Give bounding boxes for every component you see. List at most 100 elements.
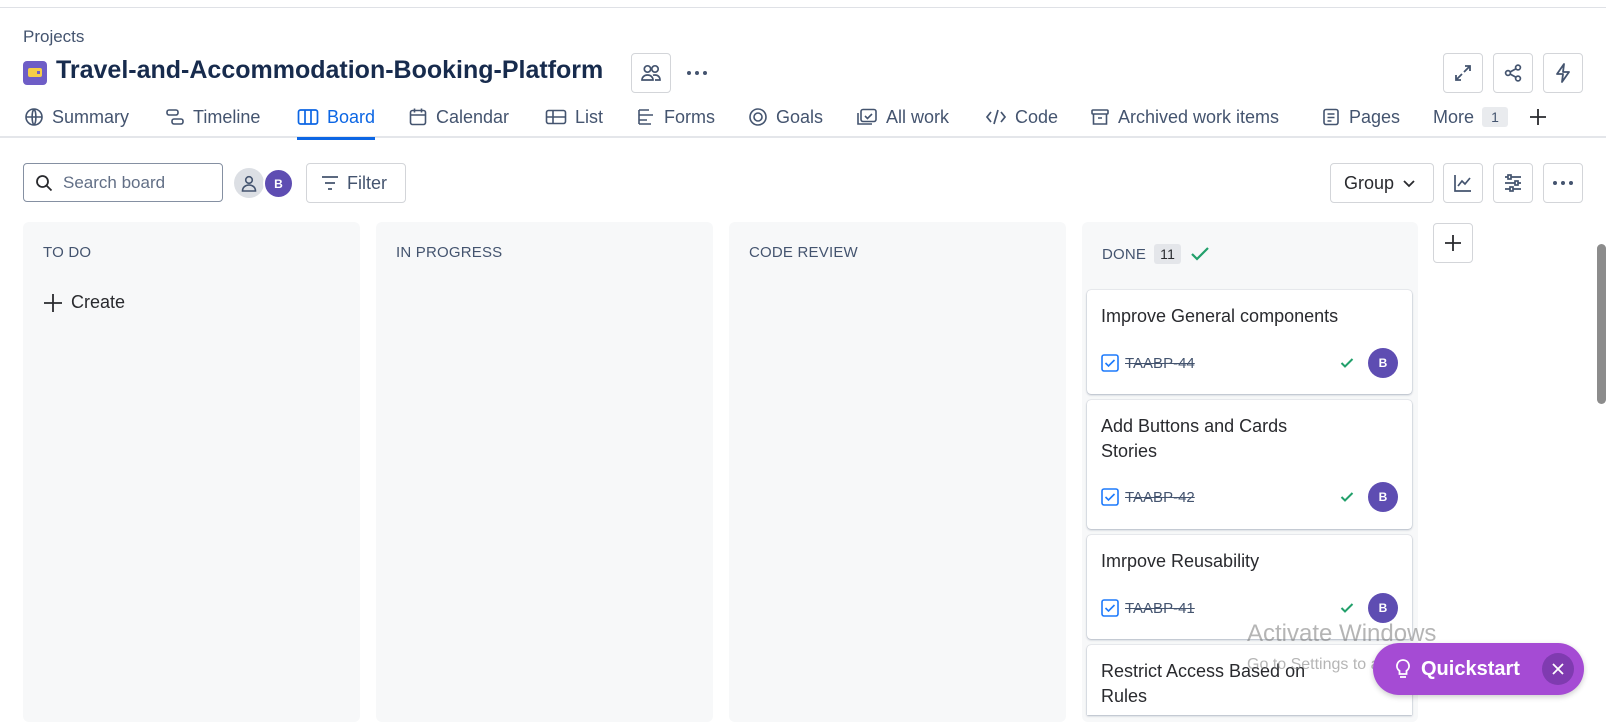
board-more-button[interactable]	[1543, 163, 1583, 203]
list-icon	[545, 109, 567, 125]
assignee-avatar[interactable]: B	[1368, 348, 1398, 378]
all-work-icon	[857, 108, 877, 125]
issue-card[interactable]: Improve General components TAABP-44 B	[1087, 290, 1412, 394]
tab-label: Goals	[776, 106, 824, 127]
card-key[interactable]: TAABP-42	[1125, 489, 1340, 506]
tab-label: Archived work items	[1118, 106, 1280, 127]
archive-icon	[1091, 109, 1109, 125]
tab-label: All work	[886, 106, 950, 127]
page-title: Travel-and-Accommodation-Booking-Platfor…	[56, 56, 604, 84]
plus-icon	[1445, 235, 1461, 251]
tab-label: Forms	[664, 106, 715, 127]
board-icon	[297, 109, 319, 125]
lightning-icon	[1556, 63, 1570, 83]
project-icon	[23, 61, 47, 85]
card-title: Improve General components	[1101, 306, 1339, 326]
plus-icon	[44, 293, 62, 312]
more-actions-button[interactable]	[679, 55, 715, 91]
chevron-down-icon	[1403, 180, 1415, 188]
fullscreen-button[interactable]	[1443, 53, 1483, 93]
scrollbar-thumb[interactable]	[1597, 244, 1606, 404]
lightbulb-icon	[1396, 659, 1410, 678]
assignee-avatar[interactable]: B	[1368, 482, 1398, 512]
tab-more[interactable]: More 1	[1433, 98, 1509, 136]
filter-button[interactable]: Filter	[306, 163, 406, 203]
tab-label: Calendar	[436, 106, 510, 127]
column-title: TO DO	[43, 244, 92, 261]
tab-label: Summary	[52, 106, 130, 127]
more-count-badge: 1	[1482, 107, 1509, 127]
quickstart-label: Quickstart	[1421, 657, 1520, 680]
column-in-progress: IN PROGRESS	[376, 222, 713, 722]
tab-label: Timeline	[193, 106, 261, 127]
search-icon	[36, 174, 53, 191]
task-checkbox-icon	[1101, 599, 1119, 617]
group-label: Group	[1344, 172, 1395, 193]
checkmark-icon	[1191, 247, 1209, 261]
group-dropdown[interactable]: Group	[1330, 163, 1434, 203]
filter-icon	[322, 176, 338, 190]
card-key[interactable]: TAABP-44	[1125, 355, 1340, 372]
quickstart-close-button[interactable]	[1542, 653, 1574, 685]
card-title: Imrpove Reusability	[1101, 551, 1260, 571]
add-column-button[interactable]	[1433, 223, 1473, 263]
tab-all-work[interactable]: All work	[856, 98, 949, 136]
automation-button[interactable]	[1543, 53, 1583, 93]
tab-label: List	[575, 106, 604, 127]
tab-calendar[interactable]: Calendar	[408, 98, 509, 136]
tab-list[interactable]: List	[545, 98, 603, 136]
project-tabs: Summary Timeline Board Calendar List For…	[0, 98, 1606, 140]
pages-icon	[1323, 108, 1339, 126]
insights-button[interactable]	[1443, 163, 1483, 203]
tab-goals[interactable]: Goals	[748, 98, 823, 136]
calendar-icon	[409, 108, 427, 126]
more-horizontal-icon	[687, 71, 707, 75]
done-check-icon	[1340, 492, 1354, 502]
timeline-icon	[166, 109, 184, 125]
person-icon	[241, 175, 257, 192]
card-title: Add Buttons and Cards Stories	[1101, 416, 1288, 461]
share-icon	[1504, 64, 1522, 82]
tab-board[interactable]: Board	[297, 98, 376, 140]
column-code-review: CODE REVIEW	[729, 222, 1066, 722]
globe-icon	[25, 108, 43, 126]
search-input[interactable]	[61, 171, 211, 194]
unassigned-avatar[interactable]	[234, 168, 264, 198]
search-box[interactable]	[23, 163, 223, 202]
add-tab-button[interactable]	[1528, 98, 1548, 136]
assignee-avatar[interactable]: B	[1368, 593, 1398, 623]
chart-line-icon	[1454, 175, 1471, 192]
view-settings-button[interactable]	[1493, 163, 1533, 203]
forms-icon	[638, 109, 653, 125]
column-title: IN PROGRESS	[396, 244, 503, 261]
column-todo: TO DO Create	[23, 222, 360, 722]
issue-card[interactable]: Add Buttons and Cards Stories TAABP-42 B	[1087, 400, 1412, 529]
breadcrumb[interactable]: Projects	[23, 27, 84, 47]
tab-summary[interactable]: Summary	[24, 98, 129, 136]
create-button[interactable]: Create	[43, 292, 125, 313]
code-icon	[985, 109, 1007, 125]
goals-icon	[749, 108, 767, 126]
tab-pages[interactable]: Pages	[1321, 98, 1400, 136]
create-label: Create	[71, 292, 126, 312]
people-button[interactable]	[631, 53, 671, 93]
tab-code[interactable]: Code	[985, 98, 1058, 136]
close-icon	[1552, 663, 1564, 675]
done-check-icon	[1340, 358, 1354, 368]
user-avatar[interactable]: B	[263, 168, 294, 199]
share-button[interactable]	[1493, 53, 1533, 93]
tab-timeline[interactable]: Timeline	[165, 98, 260, 136]
tab-forms[interactable]: Forms	[636, 98, 715, 136]
vertical-scrollbar[interactable]	[1597, 230, 1606, 715]
sliders-icon	[1505, 174, 1521, 192]
quickstart-button[interactable]: Quickstart	[1373, 643, 1584, 695]
tab-label: Pages	[1349, 106, 1401, 127]
tab-archived[interactable]: Archived work items	[1090, 98, 1279, 136]
card-key[interactable]: TAABP-41	[1125, 600, 1340, 617]
task-checkbox-icon	[1101, 354, 1119, 372]
tab-label: Board	[327, 106, 376, 127]
column-count-badge: 11	[1154, 244, 1182, 264]
top-divider	[0, 7, 1606, 8]
task-checkbox-icon	[1101, 488, 1119, 506]
column-title: CODE REVIEW	[749, 244, 858, 261]
